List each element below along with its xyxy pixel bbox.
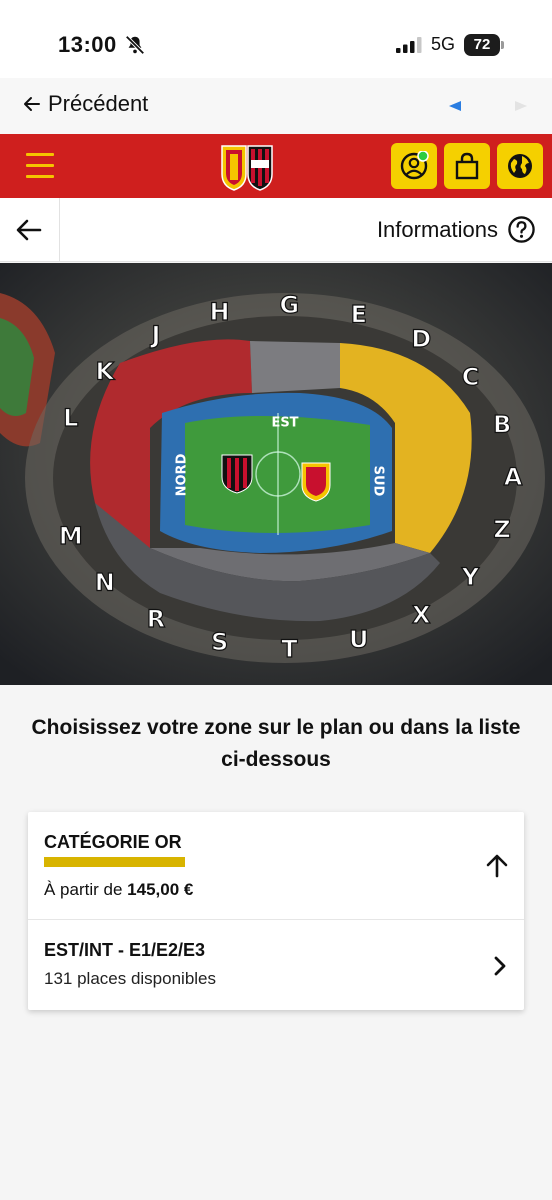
basket-button[interactable] (444, 143, 490, 189)
shopping-bag-icon (455, 152, 479, 180)
site-header (0, 134, 552, 198)
menu-icon[interactable] (26, 153, 54, 179)
ring-letter[interactable]: B (492, 410, 511, 439)
language-button[interactable] (497, 143, 543, 189)
ring-letter[interactable]: R (146, 604, 166, 633)
ring-letter[interactable]: M (58, 521, 83, 550)
ring-letter[interactable]: E (350, 300, 368, 329)
category-header[interactable]: CATÉGORIE OR À partir de 145,00 € (28, 812, 524, 920)
back-link[interactable]: Précédent (22, 91, 148, 117)
lens-crest-icon (301, 462, 331, 502)
arrow-left-icon (24, 97, 40, 111)
ring-letter[interactable]: S (210, 627, 228, 656)
ring-letter[interactable]: G (279, 290, 300, 319)
ring-letter[interactable]: Z (493, 515, 512, 544)
info-bar: Informations (0, 198, 552, 262)
battery-level: 72 (464, 34, 500, 56)
ring-letter[interactable]: U (348, 625, 369, 654)
category-title: CATÉGORIE OR (44, 832, 182, 852)
ring-letter[interactable]: T (281, 634, 299, 663)
ring-letter[interactable]: A (503, 462, 523, 491)
account-button[interactable] (391, 143, 437, 189)
ring-letter[interactable]: H (209, 298, 230, 327)
zone-instruction: Choisissez votre zone sur le plan ou dan… (31, 716, 521, 771)
ring-letter[interactable]: J (149, 321, 161, 350)
zone-availability: 131 places disponibles (44, 969, 217, 988)
informations-label[interactable]: Informations (377, 217, 498, 243)
ring-letter[interactable]: N (94, 568, 115, 597)
status-time: 13:00 (58, 32, 117, 57)
club-logos[interactable] (220, 140, 274, 192)
status-bar: 13:00 5G 72 (0, 0, 552, 78)
stadium-plan[interactable]: LK J H G E DCBAZYX U T S R NM EST NORD SUD (0, 263, 552, 685)
battery-icon: 72 (464, 34, 504, 56)
browser-back-bar: Précédent (0, 78, 552, 134)
ring-letter[interactable]: L (63, 404, 79, 433)
stand-label-top: EST (271, 416, 298, 431)
price-prefix: À partir de (44, 880, 123, 899)
previous-arrow-icon[interactable] (448, 99, 462, 113)
arrow-up-icon[interactable] (484, 853, 510, 879)
bell-muted-icon (125, 35, 145, 55)
globe-icon (508, 154, 532, 178)
nice-crest-icon (221, 454, 253, 494)
stand-label-right: SUD (371, 466, 386, 497)
help-icon[interactable] (507, 215, 536, 244)
category-card: CATÉGORIE OR À partir de 145,00 € EST/IN… (28, 812, 524, 1010)
network-label: 5G (431, 34, 456, 54)
stadium-map[interactable]: L K J H G E D C B A Z Y X U T S R N M EST NORD SUD (0, 263, 552, 685)
category-color-bar (44, 857, 185, 867)
back-label: Précédent (48, 91, 149, 116)
category-price: À partir de 145,00 € (44, 880, 193, 900)
chevron-right-icon[interactable] (492, 955, 508, 977)
ring-letter[interactable]: X (411, 600, 431, 629)
ring-letter[interactable]: Y (460, 562, 480, 591)
info-back-button[interactable] (0, 198, 60, 262)
ring-letter[interactable]: K (95, 357, 116, 386)
signal-icon (396, 37, 422, 53)
zone-title: EST/INT - E1/E2/E3 (44, 940, 206, 960)
ring-letter[interactable]: D (411, 324, 432, 353)
price-value: 145,00 € (127, 880, 194, 899)
zone-item[interactable]: EST/INT - E1/E2/E3 131 places disponible… (28, 921, 524, 1010)
stand-label-left: NORD (175, 453, 190, 496)
next-arrow-icon[interactable] (514, 99, 528, 113)
user-icon (400, 151, 429, 180)
arrow-left-icon (16, 219, 42, 241)
ring-letter[interactable]: C (461, 362, 480, 391)
